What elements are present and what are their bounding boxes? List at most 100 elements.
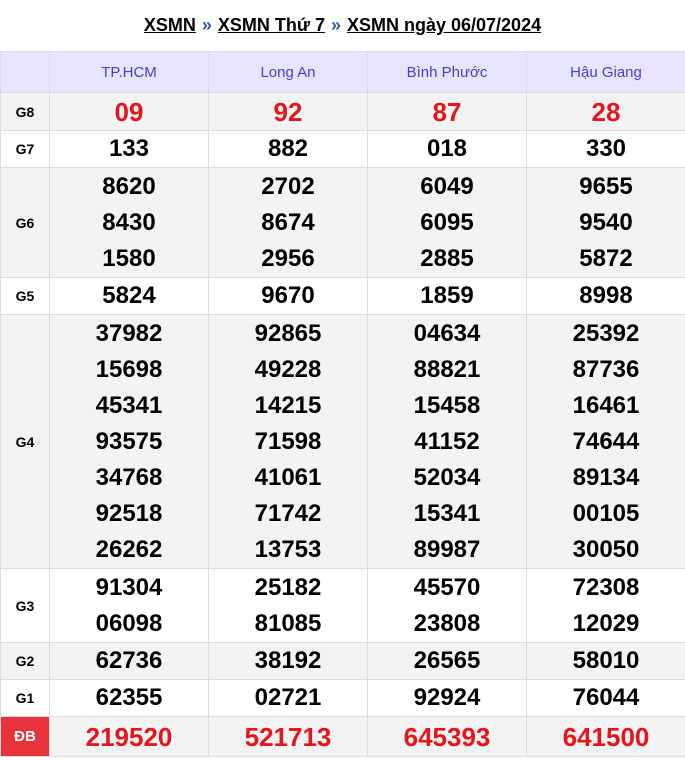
breadcrumb-separator: » <box>201 15 212 35</box>
prize-number: 92865 <box>254 319 322 347</box>
prize-number: 09 <box>114 96 144 127</box>
prize-cell: 72308 12029 <box>526 568 685 643</box>
prize-cell: 6049 6095 2885 <box>367 167 527 278</box>
prize-number: 92518 <box>95 499 163 527</box>
breadcrumb-link-xsmn[interactable]: XSMN <box>144 15 196 36</box>
prize-cell: 018 <box>367 130 527 168</box>
prize-number: 5872 <box>579 244 633 272</box>
prize-row-g4: G4 37982 15698 45341 93575 34768 92518 26262 928… <box>0 314 685 569</box>
prize-row-db: ĐB 219520 521713 645393 641500 <box>0 716 685 757</box>
prize-cell: 92 <box>208 92 368 131</box>
prize-number: 15458 <box>413 391 481 419</box>
prize-number: 641500 <box>562 721 650 752</box>
prize-number: 87 <box>432 96 462 127</box>
prize-number: 62736 <box>95 647 163 674</box>
prize-row-g6: G6 8620 8430 1580 2702 8674 2956 6049 6095 2885 96… <box>0 167 685 278</box>
prize-number: 521713 <box>244 721 332 752</box>
province-header-hau-giang: Hậu Giang <box>526 51 685 93</box>
prize-cell: 645393 <box>367 716 527 757</box>
prize-number: 2702 <box>261 172 315 200</box>
prize-cell: 1859 <box>367 277 527 315</box>
prize-number: 219520 <box>85 721 173 752</box>
province-header-row: TP.HCM Long An Bình Phước Hậu Giang <box>0 51 685 93</box>
prize-number: 12029 <box>572 609 640 637</box>
prize-cell: 91304 06098 <box>49 568 209 643</box>
header-corner-cell <box>0 51 50 93</box>
prize-number: 8674 <box>261 208 315 236</box>
province-header-tphcm: TP.HCM <box>49 51 209 93</box>
prize-cell: 04634 88821 15458 41152 52034 15341 89987 <box>367 314 527 569</box>
prize-cell: 521713 <box>208 716 368 757</box>
prize-number: 41152 <box>414 427 480 455</box>
prize-number: 45341 <box>95 391 163 419</box>
prize-cell: 2702 8674 2956 <box>208 167 368 278</box>
prize-cell: 26565 <box>367 642 527 680</box>
prize-number: 37982 <box>95 319 163 347</box>
prize-number: 8998 <box>579 282 633 309</box>
prize-number: 81085 <box>254 609 322 637</box>
breadcrumb-link-xsmn-date[interactable]: XSMN ngày 06/07/2024 <box>347 15 541 36</box>
prize-label: G7 <box>0 130 50 168</box>
prize-number: 92 <box>273 96 303 127</box>
prize-row-g3: G3 91304 06098 25182 81085 45570 23808 72308 120… <box>0 568 685 643</box>
prize-number: 71742 <box>254 499 322 527</box>
prize-cell: 45570 23808 <box>367 568 527 643</box>
prize-row-g8: G8 09 92 87 28 <box>0 92 685 131</box>
prize-number: 26262 <box>95 535 163 563</box>
prize-number: 87736 <box>572 355 640 383</box>
prize-number: 30050 <box>572 535 640 563</box>
prize-number: 133 <box>108 135 150 162</box>
prize-number: 6049 <box>420 172 474 200</box>
breadcrumb-separator: » <box>330 15 341 35</box>
prize-cell: 58010 <box>526 642 685 680</box>
prize-number: 9540 <box>579 208 633 236</box>
prize-number: 62355 <box>95 684 163 711</box>
prize-row-g2: G2 62736 38192 26565 58010 <box>0 642 685 680</box>
prize-number: 645393 <box>403 721 491 752</box>
prize-number: 9670 <box>261 282 315 309</box>
prize-number: 2956 <box>261 244 315 272</box>
prize-number: 25392 <box>572 319 640 347</box>
prize-number: 02721 <box>254 684 322 711</box>
prize-label: G3 <box>0 568 50 643</box>
prize-label: G5 <box>0 277 50 315</box>
prize-cell: 25392 87736 16461 74644 89134 00105 30050 <box>526 314 685 569</box>
prize-cell: 330 <box>526 130 685 168</box>
prize-label: G2 <box>0 642 50 680</box>
prize-number: 92924 <box>413 684 481 711</box>
prize-number: 41061 <box>254 463 322 491</box>
prize-label: G8 <box>0 92 50 131</box>
prize-number: 25182 <box>254 573 322 601</box>
prize-cell: 92865 49228 14215 71598 41061 71742 13753 <box>208 314 368 569</box>
prize-number: 13753 <box>254 535 322 563</box>
prize-number: 330 <box>585 135 627 162</box>
prize-number: 72308 <box>572 573 640 601</box>
prize-number: 9655 <box>579 172 633 200</box>
prize-cell: 8998 <box>526 277 685 315</box>
prize-number: 28 <box>591 96 621 127</box>
prize-cell: 37982 15698 45341 93575 34768 92518 26262 <box>49 314 209 569</box>
prize-cell: 38192 <box>208 642 368 680</box>
prize-row-g7: G7 133 882 018 330 <box>0 130 685 168</box>
prize-cell: 92924 <box>367 679 527 717</box>
prize-number: 04634 <box>413 319 481 347</box>
prize-number: 89134 <box>572 463 640 491</box>
prize-number: 5824 <box>102 282 156 309</box>
breadcrumb-link-xsmn-thu-7[interactable]: XSMN Thứ 7 <box>218 15 325 36</box>
prize-number: 8430 <box>102 208 156 236</box>
prize-number: 34768 <box>95 463 163 491</box>
prize-cell: 641500 <box>526 716 685 757</box>
prize-number: 52034 <box>413 463 481 491</box>
prize-number: 15341 <box>413 499 481 527</box>
prize-cell: 62736 <box>49 642 209 680</box>
prize-cell: 87 <box>367 92 527 131</box>
prize-number: 91304 <box>95 573 163 601</box>
prize-label: G6 <box>0 167 50 278</box>
prize-number: 06098 <box>95 609 163 637</box>
prize-label: G1 <box>0 679 50 717</box>
prize-number: 49228 <box>254 355 322 383</box>
prize-row-g5: G5 5824 9670 1859 8998 <box>0 277 685 315</box>
prize-number: 23808 <box>413 609 481 637</box>
results-table: TP.HCM Long An Bình Phước Hậu Giang G8 09… <box>0 51 685 757</box>
prize-number: 88821 <box>413 355 481 383</box>
